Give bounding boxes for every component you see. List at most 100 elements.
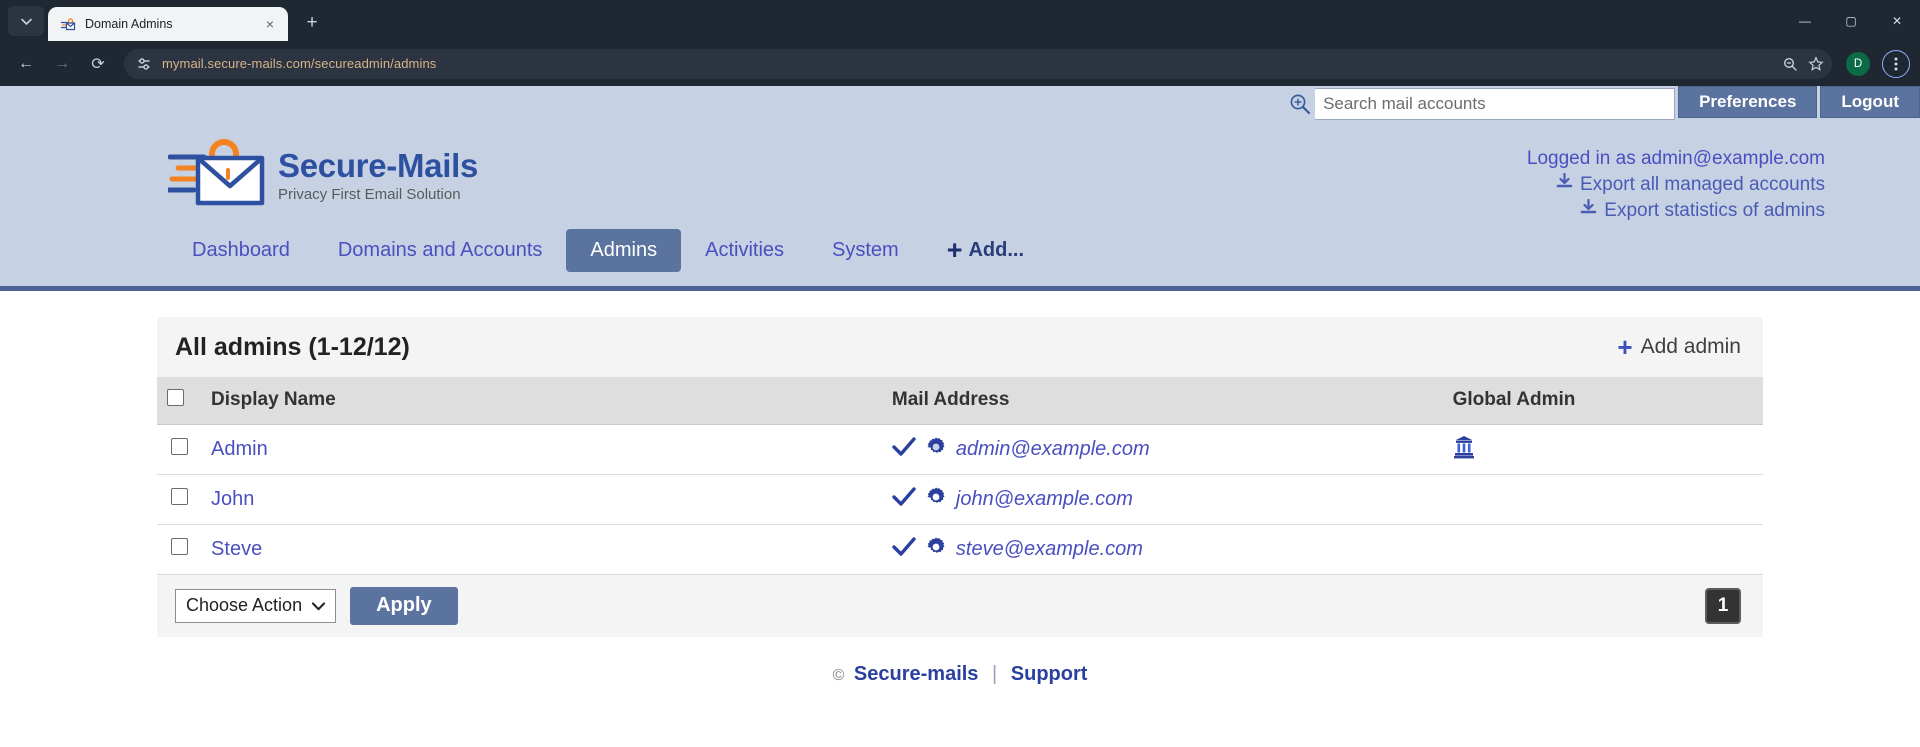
row-global-admin-cell — [1442, 524, 1763, 575]
admins-table: Display Name Mail Address Global Admin A… — [157, 377, 1763, 575]
apply-button[interactable]: Apply — [350, 586, 458, 625]
column-global-admin[interactable]: Global Admin — [1442, 377, 1763, 425]
admin-mail-link[interactable]: steve@example.com — [956, 538, 1143, 561]
nav-item-add-label: Add... — [968, 239, 1025, 261]
nav-item-admins[interactable]: Admins — [566, 229, 682, 272]
browser-window: Domain Admins × + — ▢ ✕ ← → ⟳ mymail.sec… — [0, 0, 1920, 747]
row-global-admin-cell — [1442, 474, 1763, 525]
export-all-accounts-label: Export all managed accounts — [1579, 173, 1825, 195]
header-toolbar: Preferences Logout — [0, 86, 1920, 122]
app-header: Preferences Logout — [0, 86, 1920, 286]
admin-name-link[interactable]: John — [211, 488, 254, 510]
logout-button[interactable]: Logout — [1820, 86, 1920, 118]
footer-brand-link[interactable]: Secure-mails — [854, 663, 979, 685]
row-global-admin-cell — [1442, 424, 1763, 475]
search-container — [1285, 86, 1676, 122]
minimize-icon[interactable]: — — [1782, 0, 1828, 41]
brand-logo[interactable]: Secure-Mails Privacy First Email Solutio… — [165, 130, 478, 208]
panel-header: All admins (1-12/12) + Add admin — [157, 317, 1763, 377]
page-footer: © Secure-mails | Support — [157, 637, 1763, 686]
check-icon[interactable] — [892, 437, 916, 461]
admin-name-link[interactable]: Steve — [211, 538, 262, 560]
maximize-icon[interactable]: ▢ — [1828, 0, 1874, 41]
row-checkbox[interactable] — [170, 488, 188, 505]
profile-avatar[interactable]: D — [1846, 51, 1870, 76]
download-icon — [1556, 172, 1573, 196]
preferences-button[interactable]: Preferences — [1678, 86, 1818, 118]
secure-mails-favicon — [60, 16, 76, 32]
export-statistics-link[interactable]: Export statistics of admins — [1527, 198, 1825, 222]
browser-tab-bar: Domain Admins × + — ▢ ✕ — [0, 0, 1920, 41]
three-dots-icon[interactable] — [1882, 49, 1910, 78]
tune-icon[interactable] — [136, 56, 152, 72]
row-checkbox[interactable] — [170, 538, 188, 555]
window-close-icon[interactable]: ✕ — [1874, 0, 1920, 41]
table-row[interactable]: Admin admin@example.com — [157, 424, 1763, 475]
row-display-name-cell: John — [201, 474, 882, 525]
row-checkbox-cell — [157, 524, 202, 575]
magnifier-plus-icon[interactable] — [1285, 89, 1315, 119]
browser-tab-title: Domain Admins — [85, 17, 173, 31]
column-display-name[interactable]: Display Name — [201, 377, 882, 425]
check-icon[interactable] — [892, 487, 916, 511]
main-navigation: Dashboard Domains and Accounts Admins Ac… — [168, 229, 1048, 272]
secure-mails-logo-icon — [165, 130, 268, 208]
star-icon[interactable] — [1808, 55, 1824, 72]
admins-panel: All admins (1-12/12) + Add admin Display… — [157, 317, 1763, 686]
browser-tab[interactable]: Domain Admins × — [48, 7, 288, 41]
close-icon[interactable]: × — [260, 14, 280, 34]
table-head: Display Name Mail Address Global Admin — [157, 377, 1763, 425]
search-input[interactable] — [1315, 88, 1676, 120]
gear-icon[interactable] — [925, 486, 947, 513]
row-checkbox-cell — [157, 424, 202, 475]
page-content: All admins (1-12/12) + Add admin Display… — [0, 291, 1920, 686]
check-icon[interactable] — [892, 537, 916, 561]
page-title: All admins (1-12/12) — [175, 332, 410, 361]
row-mail-cell: admin@example.com — [881, 424, 1443, 475]
row-checkbox-cell — [157, 474, 202, 525]
row-mail-cell: john@example.com — [881, 474, 1443, 525]
nav-item-dashboard[interactable]: Dashboard — [168, 229, 314, 272]
gear-icon[interactable] — [925, 436, 947, 463]
footer-support-link[interactable]: Support — [1011, 663, 1088, 685]
forward-icon[interactable]: → — [46, 48, 78, 80]
window-controls: — ▢ ✕ — [1782, 0, 1920, 41]
nav-item-domains-and-accounts[interactable]: Domains and Accounts — [314, 229, 567, 272]
download-icon — [1580, 198, 1597, 222]
choose-action-value: Choose Action — [186, 595, 303, 615]
row-checkbox[interactable] — [170, 438, 188, 455]
column-mail-address[interactable]: Mail Address — [881, 377, 1443, 425]
url-text[interactable]: mymail.secure-mails.com/secureadmin/admi… — [162, 56, 1772, 71]
row-display-name-cell: Steve — [201, 524, 882, 575]
nav-item-system[interactable]: System — [808, 229, 923, 272]
account-info: Logged in as admin@example.com Export al… — [1527, 148, 1825, 222]
table-body: Admin admin@example.com John john@exampl… — [157, 424, 1763, 575]
new-tab-icon[interactable]: + — [298, 9, 326, 37]
search-minus-icon[interactable] — [1782, 56, 1798, 72]
pagination-page-1[interactable]: 1 — [1705, 587, 1741, 624]
add-admin-button[interactable]: + Add admin — [1617, 331, 1741, 362]
back-icon[interactable]: ← — [10, 48, 42, 80]
copyright-icon: © — [832, 666, 845, 684]
table-row[interactable]: John john@example.com — [157, 474, 1763, 525]
export-statistics-label: Export statistics of admins — [1604, 199, 1825, 221]
admin-mail-link[interactable]: admin@example.com — [956, 438, 1150, 461]
choose-action-select[interactable]: Choose Action — [175, 588, 337, 623]
gear-icon[interactable] — [925, 536, 947, 563]
tab-search-icon[interactable] — [8, 6, 44, 36]
bulk-actions: Choose Action Apply — [175, 586, 458, 625]
row-mail-cell: steve@example.com — [881, 524, 1443, 575]
plus-icon: + — [946, 235, 963, 266]
plus-icon: + — [1617, 331, 1633, 362]
reload-icon[interactable]: ⟳ — [82, 48, 114, 80]
table-row[interactable]: Steve steve@example.com — [157, 524, 1763, 575]
page-viewport: Preferences Logout — [0, 86, 1920, 747]
nav-item-activities[interactable]: Activities — [681, 229, 808, 272]
select-all-checkbox[interactable] — [167, 388, 184, 406]
admin-name-link[interactable]: Admin — [211, 438, 268, 460]
institution-icon — [1453, 435, 1475, 459]
address-bar[interactable]: mymail.secure-mails.com/secureadmin/admi… — [124, 48, 1832, 79]
admin-mail-link[interactable]: john@example.com — [956, 488, 1133, 511]
export-all-accounts-link[interactable]: Export all managed accounts — [1527, 172, 1825, 196]
nav-item-add[interactable]: + Add... — [923, 229, 1048, 272]
